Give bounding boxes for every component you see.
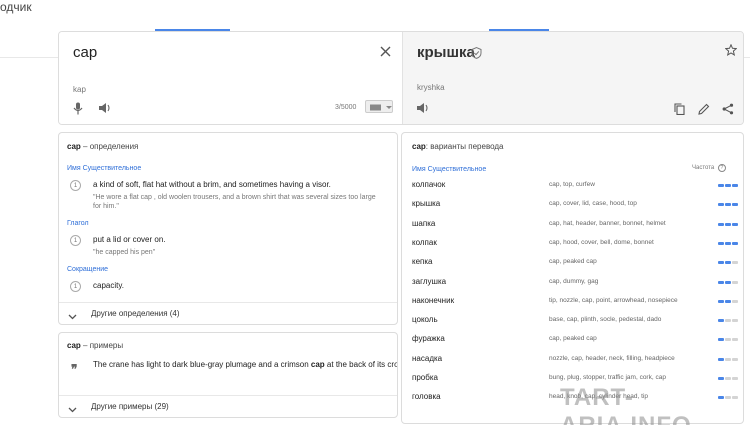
back-translations: base, cap, plinth, socle, pedestal, dado [549,316,662,324]
translation-word[interactable]: пробка [412,373,438,382]
source-transliteration: kap [73,85,86,94]
verified-shield-icon [469,46,483,60]
translation-word[interactable]: цоколь [412,315,438,324]
back-translations: nozzle, cap, header, neck, filling, head… [549,354,675,362]
watermark: TART-ARIA.INFO [560,384,691,425]
part-of-speech-noun: Имя Существительное [67,165,142,172]
more-examples-button[interactable]: Другие примеры (29) [59,395,397,417]
translation-word[interactable]: фуражка [412,334,445,343]
back-translations: cap, hood, cover, bell, dome, bonnet [549,238,654,246]
translation-word[interactable]: головка [412,392,441,401]
character-counter: 3/5000 [335,104,357,111]
frequency-bars [718,261,738,265]
back-translations: cap, top, curfew [549,181,595,188]
definitions-title: cap – определения [67,142,139,151]
translation-word[interactable]: шапка [412,219,435,228]
translation-word[interactable]: колпак [412,238,437,247]
help-icon[interactable]: ? [717,164,726,172]
chevron-down-icon [68,308,77,324]
translated-text: крышка [417,44,475,61]
translation-row[interactable]: заглушка cap, dummy, gag [402,273,743,292]
translation-row[interactable]: насадка nozzle, cap, header, neck, fillin… [402,350,743,369]
translation-row[interactable]: наконечник tip, nozzle, cap, point, arrow… [402,292,743,311]
back-translations: tip, nozzle, cap, point, arrowhead, nose… [549,296,678,304]
back-translations: cap, hat, header, banner, bonnet, helmet [549,219,666,227]
definition-text: capacity. [93,281,124,290]
app-title: одчик [0,0,32,14]
translation-row[interactable]: крышка cap, cover, lid, case, hood, top [402,195,743,214]
frequency-bars [718,377,738,380]
back-translations: cap, cover, lid, case, hood, top [549,200,637,208]
translation-row[interactable]: фуражка cap, peaked cap [402,330,743,349]
translation-row[interactable]: кепка cap, peaked cap [402,253,743,272]
definition-example: "he capped his pen" [93,249,156,256]
share-icon[interactable] [721,102,735,116]
target-transliteration: kryshka [417,83,445,92]
source-text-input[interactable]: cap [73,44,97,61]
frequency-bars [718,203,738,207]
frequency-bars [718,338,738,342]
frequency-bars [718,222,738,226]
star-icon[interactable] [724,43,738,57]
frequency-bars [718,241,738,245]
frequency-header: Частота ? [692,164,726,172]
definition-text: a kind of soft, flat hat without a brim,… [93,180,331,189]
translation-word[interactable]: насадка [412,354,442,363]
copy-icon[interactable] [672,102,686,116]
more-definitions-button[interactable]: Другие определения (4) [59,302,397,324]
more-examples-label: Другие примеры (29) [91,402,169,411]
edit-pencil-icon[interactable] [697,102,711,116]
translation-row[interactable]: шапка cap, hat, header, banner, bonnet, h… [402,215,743,234]
frequency-bars [718,184,738,187]
definition-number: 1 [70,235,81,246]
part-of-speech-verb: Глагол [67,220,89,227]
translation-row[interactable]: колпачок cap, top, curfew [402,176,743,195]
examples-title: cap – примеры [67,341,124,350]
frequency-bars [718,319,738,323]
translation-word[interactable]: крышка [412,199,440,208]
translation-word[interactable]: колпачок [412,180,445,189]
frequency-bars [718,299,738,303]
microphone-icon[interactable] [71,101,85,115]
translations-card: cap: варианты перевода Имя Существительн… [401,132,744,424]
definition-number: 1 [70,180,81,191]
part-of-speech-noun: Имя Существительное [412,166,487,173]
translation-word[interactable]: кепка [412,257,433,266]
chevron-down-icon [68,401,77,417]
translation-word[interactable]: заглушка [412,277,446,286]
input-tools-button[interactable] [365,100,393,113]
speaker-icon[interactable] [415,101,429,115]
source-panel: cap kap 3/5000 [59,32,402,124]
definition-number: 1 [70,281,81,292]
definition-text: put a lid or cover on. [93,235,166,244]
back-translations: cap, peaked cap [549,335,597,343]
translations-title: cap: варианты перевода [412,142,504,151]
keyboard-icon [370,104,392,111]
target-panel: крышка kryshka [402,32,743,124]
example-sentence: The crane has light to dark blue-gray pl… [93,360,398,369]
translation-row[interactable]: цоколь base, cap, plinth, socle, pedestal… [402,311,743,330]
definition-example: "He wore a flat cap , old woolen trouser… [93,194,376,210]
more-definitions-label: Другие определения (4) [91,309,180,318]
definitions-card: cap – определения Имя Существительное 1 … [58,132,398,325]
translation-word[interactable]: наконечник [412,296,454,305]
frequency-bars [718,357,738,361]
translation-card: cap kap 3/5000 крышка kryshka [58,31,744,125]
frequency-bars [718,280,738,284]
speaker-icon[interactable] [97,101,111,115]
translation-row[interactable]: колпак cap, hood, cover, bell, dome, bonn… [402,234,743,253]
back-translations: bung, plug, stopper, traffic jam, cork, … [549,374,666,381]
clear-icon[interactable] [378,44,392,58]
part-of-speech-abbreviation: Сокращение [67,266,109,273]
back-translations: cap, dummy, gag [549,277,599,285]
back-translations: cap, peaked cap [549,258,597,266]
examples-card: cap – примеры ❞ The crane has light to d… [58,332,398,418]
quote-icon: ❞ [71,362,78,376]
